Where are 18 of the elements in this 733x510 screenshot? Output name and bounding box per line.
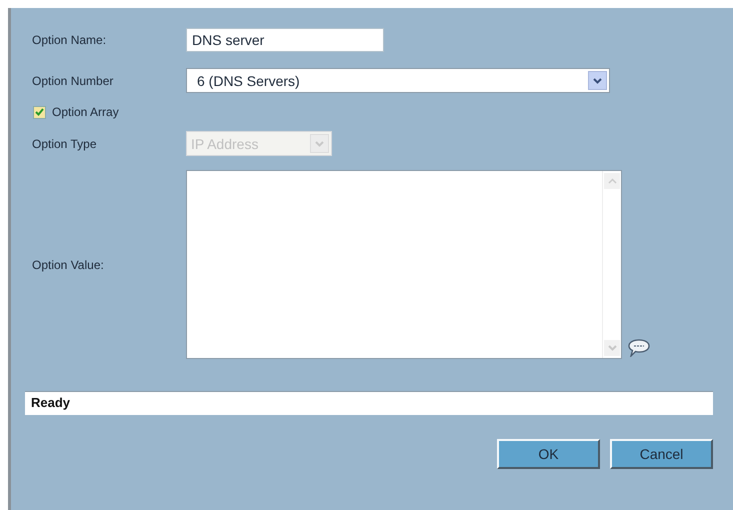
option-number-dropdown[interactable]: 6 (DNS Servers)	[186, 68, 610, 93]
caret-icon	[315, 140, 324, 146]
scroll-up-icon[interactable]	[604, 173, 620, 189]
status-bar: Ready	[25, 391, 713, 415]
field-label: Option Type	[31, 136, 98, 150]
field-label: Option Name:	[31, 33, 108, 47]
caret-icon	[593, 78, 602, 84]
checkbox-label: Option Array	[52, 105, 119, 119]
ok-button[interactable]: OK	[497, 439, 600, 469]
scroll-down-icon[interactable]	[604, 340, 620, 356]
caret-icon	[608, 345, 616, 351]
option-name-field[interactable]: DNS server	[186, 28, 384, 52]
speech-bubble-icon[interactable]	[628, 339, 650, 357]
field-label: Option Number	[31, 74, 114, 88]
option-array-checkbox[interactable]	[33, 106, 46, 118]
option-value-field[interactable]	[186, 170, 622, 359]
cancel-button[interactable]: Cancel	[610, 439, 713, 469]
field-label: Option Value:	[31, 258, 105, 272]
